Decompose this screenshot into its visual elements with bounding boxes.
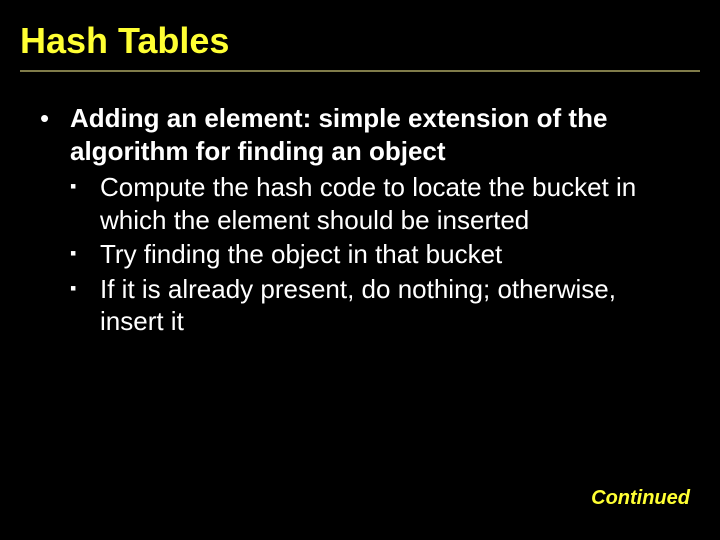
bullet-level2: ▪ Try finding the object in that bucket — [70, 238, 680, 271]
square-bullet-icon: ▪ — [70, 273, 100, 338]
bullet-level1: • Adding an element: simple extension of… — [40, 102, 680, 167]
main-point-text: Adding an element: simple extension of t… — [70, 102, 680, 167]
slide-body: • Adding an element: simple extension of… — [0, 72, 720, 338]
square-bullet-icon: ▪ — [70, 171, 100, 236]
square-bullet-icon: ▪ — [70, 238, 100, 271]
disc-bullet-icon: • — [40, 102, 70, 167]
bullet-level2: ▪ If it is already present, do nothing; … — [70, 273, 680, 338]
bullet-level2: ▪ Compute the hash code to locate the bu… — [70, 171, 680, 236]
slide-title: Hash Tables — [0, 0, 720, 70]
sub-point-text: If it is already present, do nothing; ot… — [100, 273, 680, 338]
continued-footer: Continued — [591, 487, 690, 510]
sub-point-text: Try finding the object in that bucket — [100, 238, 680, 271]
sub-point-text: Compute the hash code to locate the buck… — [100, 171, 680, 236]
slide: Hash Tables • Adding an element: simple … — [0, 0, 720, 540]
